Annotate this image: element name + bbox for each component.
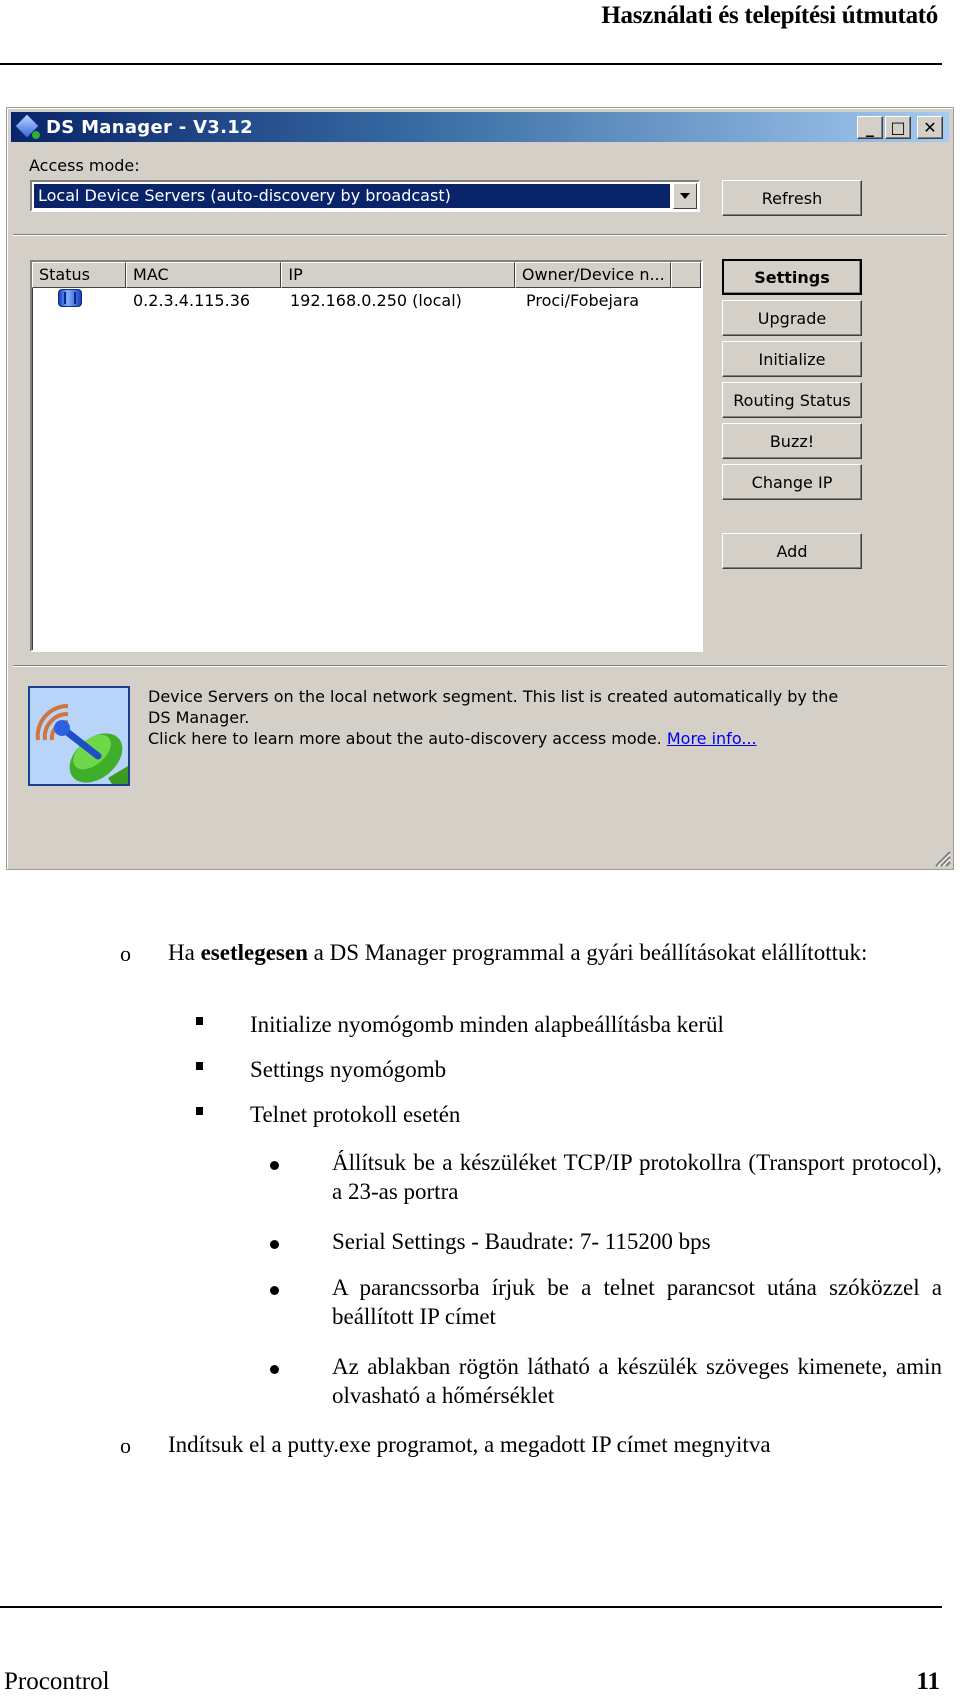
upgrade-button[interactable]: Upgrade [722, 300, 862, 336]
list-bullet-dot [270, 1286, 279, 1295]
header-rule [0, 63, 942, 65]
access-mode-dropdown[interactable]: Local Device Servers (auto-discovery by … [30, 180, 700, 212]
add-button[interactable]: Add [722, 533, 862, 569]
item-text: Ha [168, 940, 201, 965]
ds-manager-app-icon [14, 113, 40, 139]
minimize-icon: _ [866, 117, 874, 137]
info-learn-more: Click here to learn more about the auto-… [148, 729, 667, 748]
maximize-icon: □ [890, 117, 906, 137]
cell-mac: 0.2.3.4.115.36 [133, 290, 251, 310]
list-item: Állítsuk be a készüléket TCP/IP protokol… [332, 1150, 942, 1204]
device-server-icon [58, 289, 82, 307]
info-description: Device Servers on the local network segm… [148, 687, 839, 727]
list-bullet-circle: o [120, 1433, 131, 1458]
list-bullet-square [196, 1107, 203, 1115]
list-bullet-circle: o [120, 941, 131, 966]
list-item-factory-reset: Ha esetlegesen a DS Manager programmal a… [168, 938, 942, 967]
page-number: 11 [916, 1668, 940, 1695]
device-list[interactable]: Status MAC IP Owner/Device n... 0.2.3.4.… [30, 260, 703, 652]
refresh-button[interactable]: Refresh [722, 180, 862, 216]
item-text: a DS Manager programmal a gyári beállítá… [307, 940, 868, 965]
list-item: Az ablakban rögtön látható a készülék sz… [332, 1354, 942, 1408]
column-header-empty [671, 262, 701, 288]
list-item: Settings nyomógomb [250, 1057, 447, 1082]
resize-grip-icon[interactable] [933, 849, 951, 867]
access-mode-label: Access mode: [29, 156, 140, 175]
separator [13, 234, 947, 236]
table-row[interactable]: 0.2.3.4.115.36 192.168.0.250 (local) Pro… [32, 288, 701, 312]
list-bullet-dot [270, 1240, 279, 1249]
page-header-title: Használati és telepítési útmutató [601, 2, 938, 29]
column-header-owner[interactable]: Owner/Device n... [514, 262, 672, 288]
window-title: DS Manager - V3.12 [46, 116, 253, 138]
initialize-button[interactable]: Initialize [722, 341, 862, 377]
column-header-ip[interactable]: IP [281, 262, 515, 288]
title-bar[interactable]: DS Manager - V3.12 _ □ ✕ [11, 112, 949, 142]
access-mode-value: Local Device Servers (auto-discovery by … [34, 184, 670, 208]
settings-button[interactable]: Settings [722, 259, 862, 295]
separator [13, 665, 947, 667]
list-bullet-square [196, 1062, 203, 1070]
buzz-button[interactable]: Buzz! [722, 423, 862, 459]
cell-ip: 192.168.0.250 (local) [290, 290, 462, 310]
column-header-status[interactable]: Status [32, 262, 127, 288]
item-text-bold: esetlegesen [200, 940, 308, 965]
maximize-button[interactable]: □ [885, 116, 911, 139]
change-ip-button[interactable]: Change IP [722, 464, 862, 500]
minimize-button[interactable]: _ [857, 116, 883, 139]
column-header-mac[interactable]: MAC [126, 262, 282, 288]
ds-manager-window: DS Manager - V3.12 _ □ ✕ Access mode: Lo… [6, 107, 954, 870]
list-item-putty: Indítsuk el a putty.exe programot, a meg… [168, 1432, 771, 1457]
footer-company: Procontrol [4, 1668, 110, 1695]
cell-owner: Proci/Fobejara [526, 290, 640, 310]
satellite-dish-icon [28, 686, 130, 786]
list-bullet-square [196, 1017, 203, 1025]
list-item: Initialize nyomógomb minden alapbeállítá… [250, 1012, 724, 1037]
list-header: Status MAC IP Owner/Device n... [32, 262, 701, 288]
close-button[interactable]: ✕ [917, 116, 943, 139]
more-info-link[interactable]: More info... [667, 729, 757, 748]
routing-status-button[interactable]: Routing Status [722, 382, 862, 418]
chevron-down-icon[interactable] [673, 183, 697, 209]
list-item: Telnet protokoll esetén [250, 1102, 461, 1127]
list-bullet-dot [270, 1161, 279, 1170]
list-bullet-dot [270, 1365, 279, 1374]
list-item: Serial Settings - Baudrate: 7- 115200 bp… [332, 1229, 711, 1254]
info-text[interactable]: Device Servers on the local network segm… [148, 686, 848, 749]
list-item: A parancssorba írjuk be a telnet parancs… [332, 1275, 942, 1329]
footer-rule [0, 1606, 942, 1608]
close-icon: ✕ [923, 117, 937, 137]
